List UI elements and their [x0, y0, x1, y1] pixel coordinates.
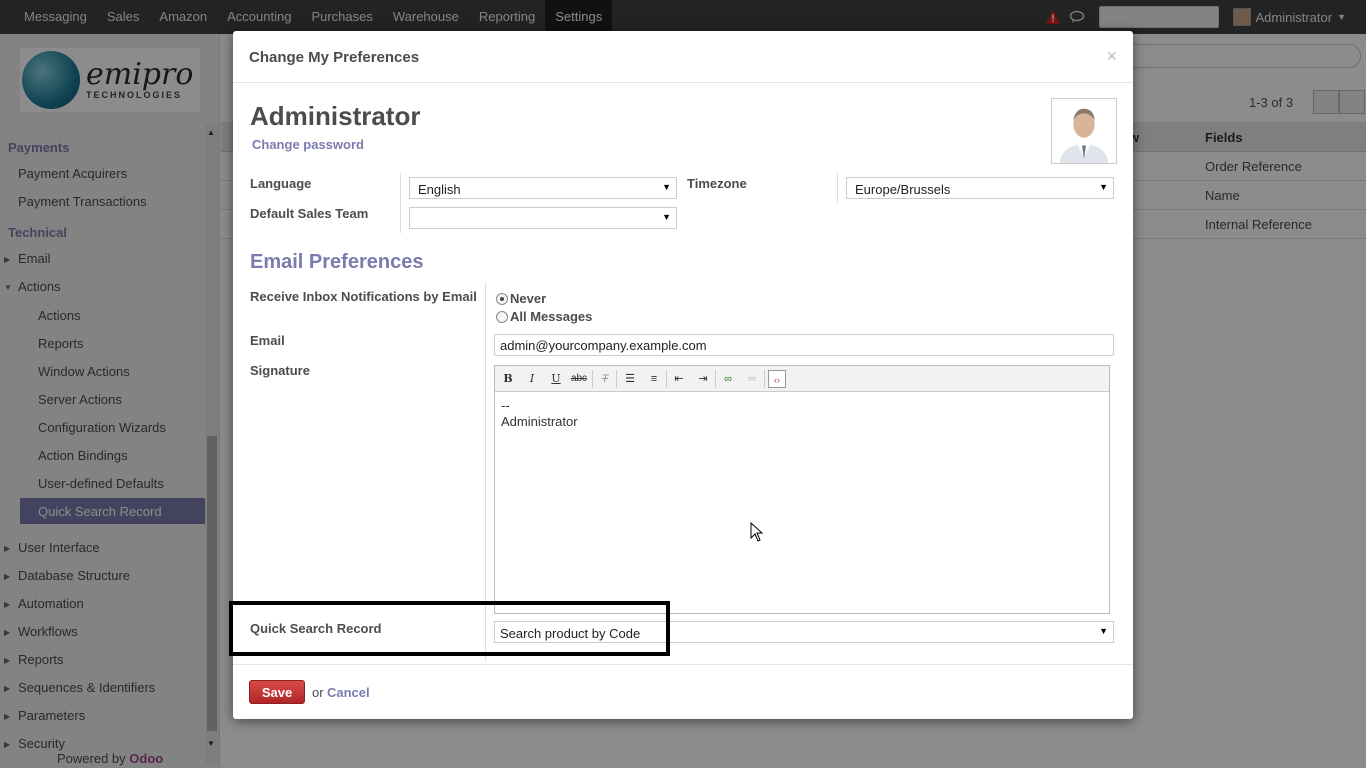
toolbar-separator [616, 370, 617, 388]
chevron-down-icon: ▼ [662, 212, 671, 222]
toolbar-separator [592, 370, 593, 388]
or-text: or [312, 685, 324, 700]
numbered-list-icon[interactable]: ≡ [645, 370, 663, 388]
radio-all-messages-label[interactable]: All Messages [510, 309, 592, 324]
bullet-list-icon[interactable]: ☰ [621, 370, 639, 388]
timezone-label: Timezone [687, 176, 747, 191]
unlink-icon[interactable]: ∞ [743, 370, 761, 388]
signature-line: Administrator [501, 414, 578, 429]
editor-toolbar: B I U abc T ☰ ≡ ⇤ ⇥ ∞ ∞ ‹› [495, 366, 1109, 392]
radio-all-messages[interactable] [496, 311, 508, 323]
email-field[interactable]: admin@yourcompany.example.com [494, 334, 1114, 356]
email-value: admin@yourcompany.example.com [500, 338, 707, 353]
inbox-notifications-label: Receive Inbox Notifications by Email [250, 289, 477, 304]
cancel-link[interactable]: Cancel [327, 685, 370, 700]
radio-never-label[interactable]: Never [510, 291, 546, 306]
mouse-cursor-icon [750, 522, 764, 542]
link-icon[interactable]: ∞ [719, 370, 737, 388]
user-photo[interactable] [1051, 98, 1117, 164]
signature-content[interactable]: -- Administrator [501, 398, 578, 430]
source-code-icon[interactable]: ‹› [768, 370, 786, 388]
italic-icon[interactable]: I [523, 370, 541, 388]
field-divider [400, 173, 401, 233]
language-select[interactable]: English ▼ [409, 177, 677, 199]
default-sales-team-label: Default Sales Team [250, 206, 369, 221]
language-value: English [418, 182, 461, 197]
outdent-icon[interactable]: ⇤ [670, 370, 688, 388]
default-sales-team-select[interactable]: ▼ [409, 207, 677, 229]
signature-line: -- [501, 398, 510, 413]
toolbar-separator [715, 370, 716, 388]
timezone-value: Europe/Brussels [855, 182, 951, 197]
email-preferences-title: Email Preferences [250, 251, 424, 273]
highlight-annotation-box [229, 601, 670, 656]
record-name: Administrator [250, 101, 421, 131]
dialog-footer: Save or Cancel [233, 664, 1133, 719]
remove-format-icon[interactable]: T [596, 370, 614, 388]
save-button[interactable]: Save [249, 680, 305, 704]
timezone-select[interactable]: Europe/Brussels ▼ [846, 177, 1114, 199]
close-icon[interactable]: × [1106, 46, 1117, 67]
radio-never[interactable] [496, 293, 508, 305]
bold-icon[interactable]: B [499, 370, 517, 388]
indent-icon[interactable]: ⇥ [694, 370, 712, 388]
chevron-down-icon: ▼ [1099, 626, 1108, 636]
strikethrough-icon[interactable]: abc [570, 370, 588, 388]
field-divider [837, 173, 838, 203]
chevron-down-icon: ▼ [1099, 182, 1108, 192]
dialog-title: Change My Preferences [249, 49, 420, 66]
toolbar-separator [666, 370, 667, 388]
dialog-header: Change My Preferences × [233, 31, 1133, 83]
change-password-link[interactable]: Change password [252, 137, 364, 152]
underline-icon[interactable]: U [547, 370, 565, 388]
signature-label: Signature [250, 363, 310, 378]
email-label: Email [250, 333, 285, 348]
language-label: Language [250, 176, 312, 191]
toolbar-separator [764, 370, 765, 388]
signature-editor[interactable]: B I U abc T ☰ ≡ ⇤ ⇥ ∞ ∞ ‹› -- Administra… [494, 365, 1110, 614]
chevron-down-icon: ▼ [662, 182, 671, 192]
